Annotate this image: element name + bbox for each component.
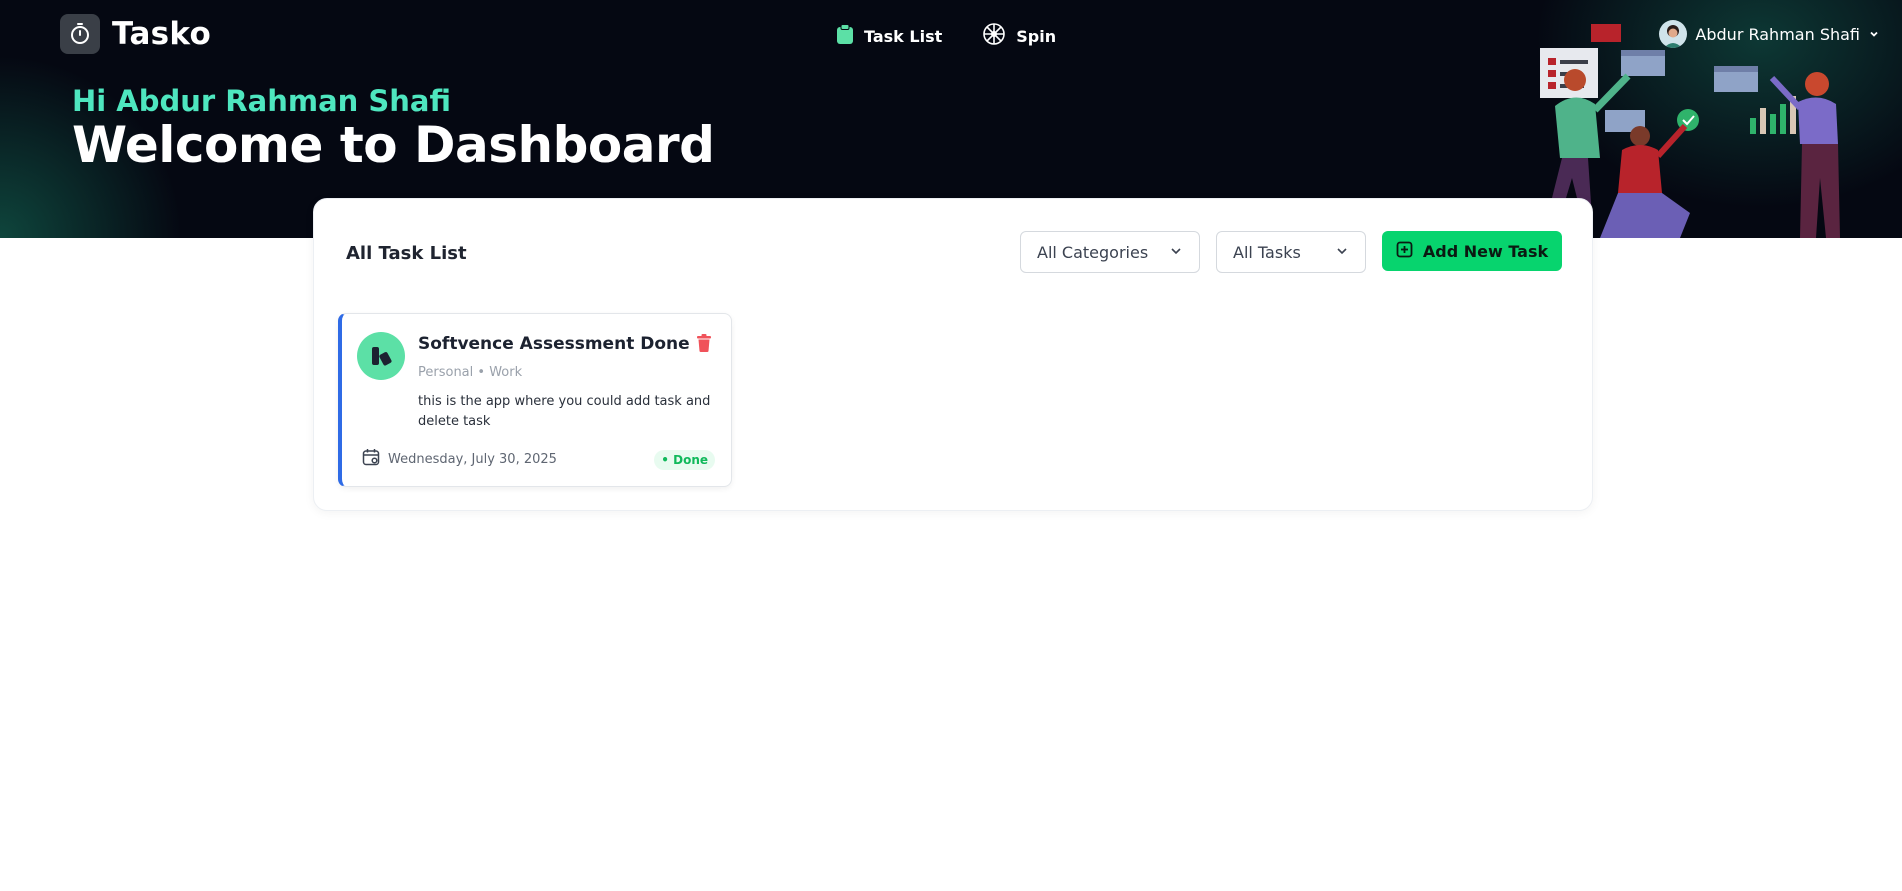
wheel-icon bbox=[982, 22, 1006, 50]
chevron-down-icon bbox=[1335, 243, 1349, 262]
app-logo[interactable]: Tasko bbox=[60, 14, 211, 54]
task-category-icon bbox=[357, 332, 405, 380]
user-name: Abdur Rahman Shafi bbox=[1695, 24, 1860, 44]
nav-spin[interactable]: Spin bbox=[982, 22, 1056, 50]
app-name: Tasko bbox=[112, 16, 212, 52]
clipboard-icon bbox=[836, 24, 854, 48]
select-value: All Tasks bbox=[1233, 242, 1301, 262]
task-panel: All Task List All Categories All Tasks A… bbox=[313, 198, 1593, 511]
task-categories: Personal • Work bbox=[418, 365, 523, 380]
main-nav: Task List Spin bbox=[836, 22, 1056, 50]
task-date: Wednesday, July 30, 2025 bbox=[362, 448, 557, 470]
status-badge: • Done bbox=[654, 450, 715, 470]
nav-label: Task List bbox=[864, 26, 943, 46]
nav-label: Spin bbox=[1016, 26, 1057, 46]
button-label: Add New Task bbox=[1422, 241, 1549, 261]
chevron-down-icon bbox=[1169, 243, 1183, 262]
user-menu[interactable]: Abdur Rahman Shafi bbox=[1659, 20, 1880, 48]
task-card[interactable]: Softvence Assessment Done Personal • Wor… bbox=[338, 313, 732, 487]
chevron-down-icon bbox=[1868, 25, 1880, 44]
trash-icon[interactable] bbox=[697, 334, 711, 357]
task-description: this is the app where you could add task… bbox=[418, 394, 711, 429]
panel-title: All Task List bbox=[346, 243, 467, 264]
add-new-task-button[interactable]: Add New Task bbox=[1382, 231, 1562, 271]
avatar bbox=[1659, 20, 1688, 48]
task-title: Softvence Assessment Done bbox=[418, 334, 690, 354]
calendar-icon bbox=[362, 448, 380, 470]
stopwatch-icon bbox=[60, 14, 100, 54]
category-filter-select[interactable]: All Categories bbox=[1020, 231, 1200, 273]
plus-square-icon bbox=[1396, 241, 1413, 262]
status-filter-select[interactable]: All Tasks bbox=[1216, 231, 1366, 273]
greeting-text: Hi Abdur Rahman Shafi bbox=[72, 84, 451, 118]
date-text: Wednesday, July 30, 2025 bbox=[388, 451, 557, 467]
nav-task-list[interactable]: Task List bbox=[836, 22, 942, 50]
select-value: All Categories bbox=[1037, 242, 1149, 262]
page-title: Welcome to Dashboard bbox=[72, 116, 715, 174]
